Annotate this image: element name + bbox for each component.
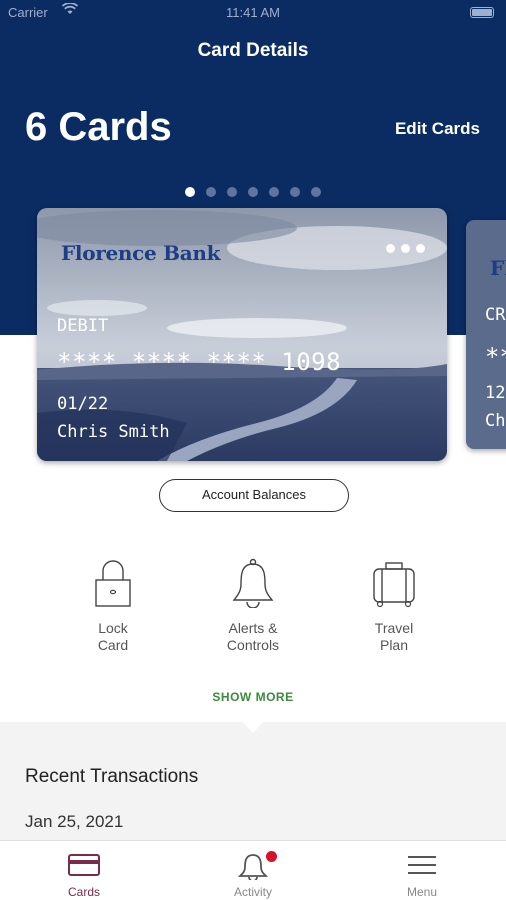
recent-transactions-heading: Recent Transactions — [25, 766, 199, 787]
lock-card-action[interactable]: Lock Card — [58, 558, 168, 654]
hamburger-icon — [408, 856, 436, 874]
suitcase-icon — [373, 562, 415, 608]
bank-logo: Fl — [490, 256, 506, 280]
edit-cards-button[interactable]: Edit Cards — [395, 119, 480, 139]
pager-dot[interactable] — [185, 187, 195, 197]
tab-bar: Cards Activity Menu — [0, 840, 506, 900]
card-number: ** — [485, 343, 506, 371]
card-count-title: 6 Cards — [25, 105, 172, 149]
bank-logo: Florence Bank — [61, 241, 221, 265]
alerts-controls-action[interactable]: Alerts & Controls — [198, 558, 308, 654]
card-number: **** **** **** 1098 — [57, 348, 342, 376]
travel-plan-label: Travel Plan — [374, 620, 414, 653]
show-more-link[interactable]: SHOW MORE — [0, 690, 506, 704]
card-pager[interactable] — [0, 187, 506, 197]
alerts-controls-label: Alerts & Controls — [226, 620, 280, 653]
next-card-peek[interactable]: Fl CR ** 12 Ch — [466, 220, 506, 449]
card-holder-name: Chris Smith — [57, 422, 170, 442]
debit-card[interactable]: Florence Bank DEBIT **** **** **** 1098 … — [37, 208, 447, 461]
travel-plan-action[interactable]: Travel Plan — [339, 558, 449, 654]
lock-icon — [95, 560, 131, 607]
section-notch — [243, 722, 263, 733]
page-title: Card Details — [197, 40, 309, 61]
pager-dot[interactable] — [206, 187, 216, 197]
lock-card-label: Lock Card — [97, 620, 129, 653]
status-bar: Carrier 11:41 AM — [0, 0, 506, 26]
battery-icon — [470, 7, 494, 18]
tab-activity[interactable]: Activity — [193, 841, 313, 900]
tab-menu[interactable]: Menu — [362, 841, 482, 900]
notification-badge — [266, 851, 277, 862]
pager-dot[interactable] — [290, 187, 300, 197]
tab-cards[interactable]: Cards — [24, 841, 144, 900]
card-expiry: 12 — [485, 383, 506, 403]
pager-dot[interactable] — [227, 187, 237, 197]
clock: 11:41 AM — [226, 5, 280, 20]
card-type: DEBIT — [57, 316, 109, 336]
bell-icon — [237, 854, 269, 880]
tab-menu-label: Menu — [406, 885, 438, 899]
card-type: CR — [485, 305, 506, 325]
card-icon — [68, 854, 100, 876]
bell-icon — [232, 558, 274, 608]
transaction-date-header: Jan 25, 2021 — [25, 812, 124, 831]
card-holder-name: Ch — [485, 411, 506, 431]
pager-dot[interactable] — [248, 187, 258, 197]
recent-transactions-section: Recent Transactions Jan 25, 2021 — [0, 722, 506, 842]
card-expiry: 01/22 — [57, 394, 109, 414]
app-screen: Carrier 11:41 AM Card Details 6 Cards Ed… — [0, 0, 506, 900]
tab-cards-label: Cards — [67, 885, 100, 899]
pager-dot[interactable] — [311, 187, 321, 197]
pager-dot[interactable] — [269, 187, 279, 197]
tab-activity-label: Activity — [233, 885, 272, 899]
account-balances-button[interactable]: Account Balances — [159, 479, 349, 512]
card-more-options-icon[interactable] — [386, 244, 425, 253]
